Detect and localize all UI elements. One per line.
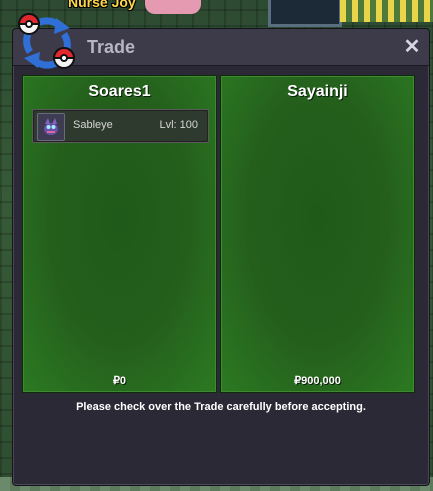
pokeball-icon-bottom: [52, 47, 76, 69]
offer-panel-player-1: Soares1 Sableye Lvl: 100 ₽0: [22, 75, 217, 393]
item-level: Lvl: 100: [159, 119, 198, 131]
npc-name-label: Nurse Joy: [68, 0, 136, 10]
window-title: Trade: [87, 37, 136, 57]
trade-window: Trade ✕ Soares1 Sableye Lvl: 100 ₽0 Saya…: [12, 28, 430, 486]
pokeball-icon-top: [17, 13, 41, 35]
offer-panel-player-2: Sayainji ₽900,000: [220, 75, 415, 393]
flowers-sprite: [340, 0, 433, 22]
player-name-1: Soares1: [88, 83, 151, 100]
tv-sprite: [268, 0, 342, 27]
money-amount-player-1: ₽0: [112, 375, 127, 387]
swap-arrowhead-bottom: [24, 52, 40, 68]
item-name: Sableye: [73, 119, 113, 131]
player-name-2: Sayainji: [287, 83, 348, 100]
money-amount-player-2: ₽900,000: [294, 375, 341, 387]
sableye-icon: [37, 113, 65, 141]
close-icon[interactable]: ✕: [403, 37, 421, 57]
trade-notice: Please check over the Trade carefully be…: [76, 401, 366, 413]
swap-arrowhead-top: [54, 18, 70, 34]
npc-sprite: [145, 0, 201, 14]
trade-logo-icon: [17, 13, 76, 69]
offer-item[interactable]: Sableye Lvl: 100: [32, 109, 209, 143]
